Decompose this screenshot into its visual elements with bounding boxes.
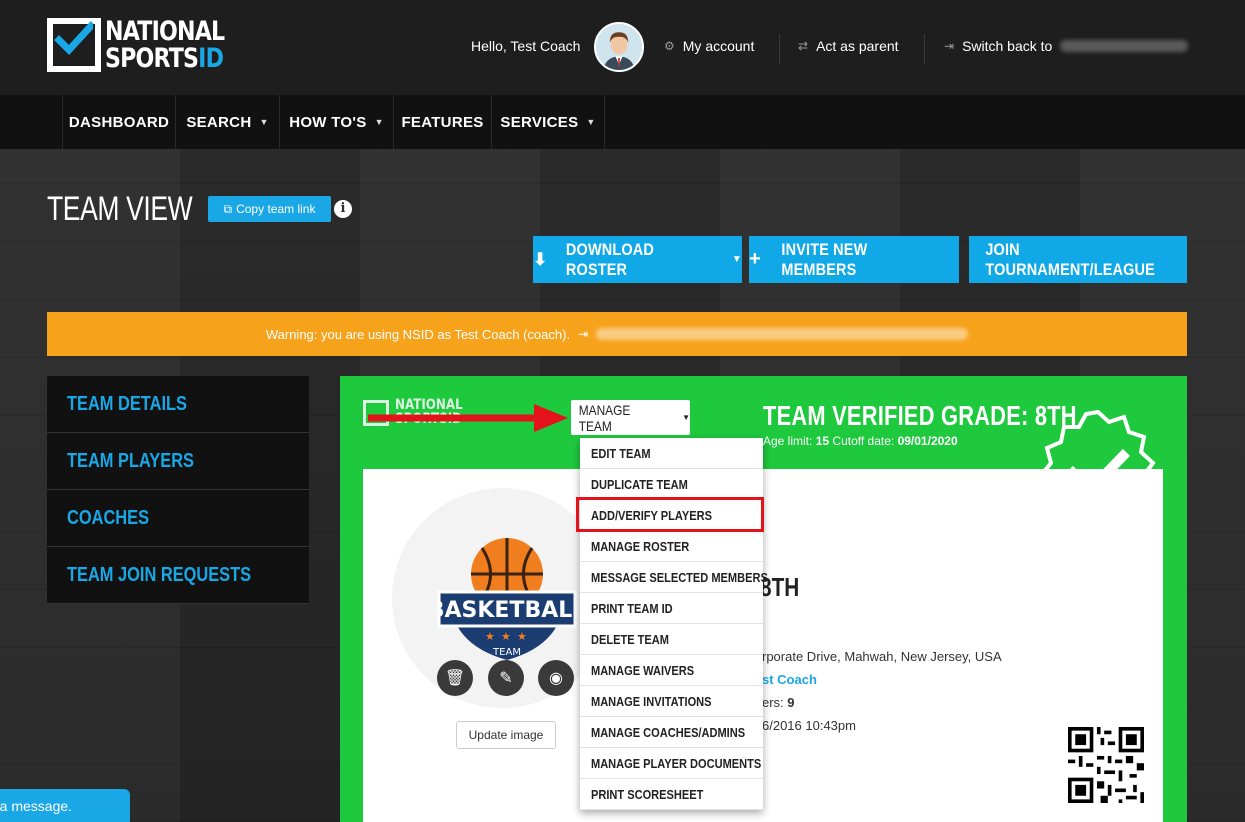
basketball-team-logo: BASKETBALL ★ ★ ★ TEAM: [437, 538, 577, 660]
menu-item-edit-team[interactable]: EDIT TEAM: [580, 438, 763, 469]
chevron-down-icon: ▼: [374, 117, 384, 127]
team-created-partial: 6/2016 10:43pm: [762, 718, 856, 733]
menu-item-print-scoresheet[interactable]: PRINT SCORESHEET: [580, 779, 763, 810]
edit-image-button[interactable]: ✎: [488, 660, 524, 696]
star-mid: ★: [501, 631, 511, 643]
red-pointer-arrow-icon: [368, 404, 568, 432]
manage-team-dropdown: EDIT TEAM DUPLICATE TEAM ADD/VERIFY PLAY…: [580, 438, 768, 810]
instagram-icon: ◉: [549, 670, 563, 687]
sidebar-item-coaches[interactable]: COACHES: [47, 490, 309, 547]
team-members-partial: ers: 9: [762, 695, 795, 710]
menu-item-delete-team[interactable]: DELETE TEAM: [580, 624, 763, 655]
caret-down-icon: ▼: [682, 413, 690, 422]
nav-services[interactable]: SERVICES ▼: [491, 95, 605, 149]
sidebar-item-team-details[interactable]: TEAM DETAILS: [47, 376, 309, 433]
pencil-icon: ✎: [499, 670, 513, 687]
sidebar-item-team-join-requests[interactable]: TEAM JOIN REQUESTS: [47, 547, 309, 604]
redacted-link[interactable]: [596, 328, 969, 340]
update-image-button[interactable]: Update image: [456, 721, 556, 749]
gear-icon: ⚙: [664, 39, 675, 53]
menu-item-manage-waivers[interactable]: MANAGE WAIVERS: [580, 655, 763, 686]
logo-check-icon: [54, 21, 93, 56]
star-left: ★: [485, 631, 495, 643]
star-right: ★: [517, 631, 527, 643]
manage-team-button[interactable]: MANAGE TEAM ▼: [571, 400, 690, 435]
sidebar-item-team-players[interactable]: TEAM PLAYERS: [47, 433, 309, 490]
main-nav: DASHBOARD SEARCH ▼ HOW TO'S ▼ FEATURES SER…: [0, 95, 1245, 149]
greeting-text: Hello, Test Coach: [471, 38, 581, 54]
menu-item-manage-invitations[interactable]: MANAGE INVITATIONS: [580, 686, 763, 717]
download-icon: ⬇: [533, 249, 548, 269]
instagram-button[interactable]: ◉: [538, 660, 574, 696]
page-title: TEAM VIEW: [47, 190, 193, 228]
nav-features[interactable]: FEATURES: [393, 95, 491, 149]
logo-text-line2: SPORTSID: [105, 43, 224, 74]
chevron-down-icon: ▼: [731, 254, 742, 265]
join-tournament-button[interactable]: JOIN TOURNAMENT/LEAGUE: [969, 236, 1187, 283]
chat-widget[interactable]: e a message.: [0, 789, 130, 822]
menu-item-manage-coaches-admins[interactable]: MANAGE COACHES/ADMINS: [580, 717, 763, 748]
team-word: TEAM: [492, 647, 521, 658]
copy-icon: ⧉: [223, 201, 233, 216]
avatar-person-icon: [596, 24, 642, 70]
copy-team-link-button[interactable]: ⧉ Copy team link: [208, 196, 331, 222]
team-sidebar: TEAM DETAILS TEAM PLAYERS COACHES TEAM J…: [47, 376, 309, 604]
nav-how-tos[interactable]: HOW TO'S ▼: [279, 95, 393, 149]
logo-text-line1: NATIONAL: [105, 16, 225, 47]
nav-dashboard[interactable]: DASHBOARD: [62, 95, 175, 149]
menu-item-duplicate-team[interactable]: DUPLICATE TEAM: [580, 469, 763, 500]
sign-out-icon: ⇥: [944, 39, 955, 53]
basketball-word: BASKETBALL: [437, 598, 577, 623]
impersonation-warning: Warning: you are using NSID as Test Coac…: [47, 312, 1187, 356]
team-meta: Age limit: 15 Cutoff date: 09/01/2020: [763, 434, 958, 448]
top-header: NATIONAL SPORTSID Hello, Test Coach ⚙ My…: [0, 0, 1245, 95]
team-coach-link-partial[interactable]: st Coach: [762, 672, 817, 687]
team-grade-title: TEAM VERIFIED GRADE: 8TH: [763, 400, 1077, 431]
menu-item-print-team-id[interactable]: PRINT TEAM ID: [580, 593, 763, 624]
team-qr-code[interactable]: [1068, 727, 1144, 803]
nav-search[interactable]: SEARCH ▼: [175, 95, 279, 149]
header-divider: [924, 34, 925, 64]
chevron-down-icon: ▼: [259, 117, 269, 127]
plus-icon: +: [749, 248, 761, 270]
sign-out-icon[interactable]: ⇥: [578, 327, 588, 341]
delete-image-button[interactable]: 🗑: [437, 660, 473, 696]
header-divider: [779, 34, 780, 64]
invite-new-members-button[interactable]: + INVITE NEW MEMBERS: [749, 236, 959, 283]
chevron-down-icon: ▼: [586, 117, 596, 127]
my-account-link[interactable]: ⚙ My account: [664, 38, 754, 54]
site-logo[interactable]: NATIONAL SPORTSID: [47, 18, 229, 74]
info-icon[interactable]: i: [334, 200, 352, 218]
act-as-parent-link[interactable]: ⇄ Act as parent: [798, 38, 899, 54]
avatar[interactable]: [594, 22, 644, 72]
trash-icon: 🗑: [444, 670, 466, 687]
swap-arrows-icon: ⇄: [798, 39, 809, 53]
team-address-partial: rporate Drive, Mahwah, New Jersey, USA: [762, 649, 1002, 664]
redacted-name: [1060, 40, 1189, 52]
switch-back-link[interactable]: ⇥ Switch back to: [944, 38, 1189, 54]
highlight-box-add-verify-players: [576, 497, 764, 532]
download-roster-button[interactable]: ⬇ DOWNLOAD ROSTER ▼: [533, 236, 742, 283]
menu-item-manage-roster[interactable]: MANAGE ROSTER: [580, 531, 763, 562]
menu-item-manage-player-documents[interactable]: MANAGE PLAYER DOCUMENTS: [580, 748, 763, 779]
menu-item-message-selected-members[interactable]: MESSAGE SELECTED MEMBERS: [580, 562, 768, 593]
